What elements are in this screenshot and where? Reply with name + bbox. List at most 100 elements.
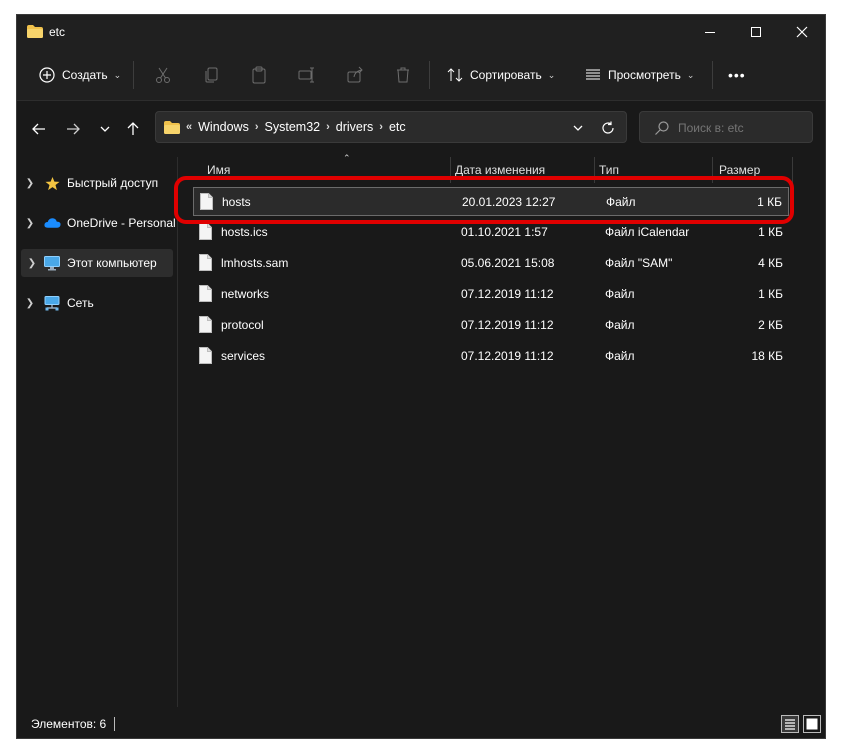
view-button[interactable]: Просмотреть ⌄ — [583, 61, 694, 89]
up-button[interactable] — [121, 117, 145, 141]
nav-item-label: Быстрый доступ — [67, 176, 159, 190]
column-divider[interactable] — [712, 157, 713, 183]
share-button[interactable] — [345, 61, 365, 89]
file-row-hosts[interactable]: hosts 20.01.2023 12:27 Файл 1 КБ — [193, 187, 789, 216]
nav-item-label: Этот компьютер — [67, 256, 157, 270]
column-header-type[interactable]: Тип — [599, 157, 709, 183]
rename-button[interactable] — [297, 61, 317, 89]
create-button[interactable]: Создать ⌄ — [37, 61, 121, 89]
file-date: 07.12.2019 11:12 — [461, 287, 554, 301]
copy-button[interactable] — [202, 61, 222, 89]
minimize-button[interactable] — [687, 15, 733, 49]
file-row-services[interactable]: services 07.12.2019 11:12 Файл 18 КБ — [193, 342, 789, 371]
create-label: Создать — [62, 68, 108, 82]
column-header-label: Дата изменения — [455, 163, 546, 177]
more-options-button[interactable]: ••• — [728, 61, 746, 89]
monitor-icon — [43, 255, 61, 271]
details-view-icon — [785, 719, 795, 730]
chevron-down-icon — [100, 126, 110, 132]
forward-button[interactable] — [61, 117, 85, 141]
large-icons-view-button[interactable] — [803, 715, 821, 733]
refresh-button[interactable] — [598, 118, 618, 138]
file-row-protocol[interactable]: protocol 07.12.2019 11:12 Файл 2 КБ — [193, 311, 789, 340]
column-divider[interactable] — [594, 157, 595, 183]
window-title: etc — [49, 25, 66, 39]
chevron-right-icon[interactable]: › — [379, 121, 383, 133]
command-bar: Создать ⌄ Сортировать ⌄ Просмотреть ⌄ ••… — [17, 49, 825, 101]
maximize-icon — [751, 27, 761, 37]
share-icon — [347, 66, 363, 83]
file-type: Файл — [605, 287, 635, 301]
column-header-label: Размер — [719, 163, 761, 177]
file-row-hosts-ics[interactable]: hosts.ics 01.10.2021 1:57 Файл iCalendar… — [193, 218, 789, 247]
file-icon — [199, 223, 212, 240]
breadcrumb-windows[interactable]: Windows — [198, 120, 249, 134]
chevron-right-icon[interactable]: ❯ — [21, 258, 43, 269]
nav-item-network[interactable]: ❯ Сеть — [17, 289, 177, 317]
file-date: 20.01.2023 12:27 — [462, 195, 556, 209]
file-date: 07.12.2019 11:12 — [461, 318, 554, 332]
item-count: Элементов: 6 — [31, 717, 107, 731]
column-divider[interactable] — [792, 157, 793, 183]
nav-item-onedrive[interactable]: ❯ OneDrive - Personal — [17, 209, 177, 237]
more-icon: ••• — [728, 67, 746, 83]
sort-button[interactable]: Сортировать ⌄ — [445, 61, 555, 89]
star-icon — [43, 175, 61, 191]
chevron-right-icon[interactable]: ❯ — [17, 298, 43, 309]
address-row: « Windows › System32 › drivers › etc — [17, 101, 825, 157]
close-icon — [796, 26, 808, 38]
details-view-button[interactable] — [781, 715, 799, 733]
pane-splitter[interactable] — [177, 157, 178, 707]
file-type: Файл — [606, 195, 636, 209]
file-icon — [199, 254, 212, 271]
delete-button[interactable] — [393, 61, 413, 89]
file-size: 4 КБ — [758, 256, 783, 270]
arrow-up-icon — [127, 122, 139, 135]
file-list: ⌃ Имя Дата изменения Тип Размер hosts 20… — [183, 153, 823, 707]
file-icon — [200, 193, 213, 210]
file-row-networks[interactable]: networks 07.12.2019 11:12 Файл 1 КБ — [193, 280, 789, 309]
column-header-date[interactable]: Дата изменения — [455, 157, 595, 183]
navigation-pane: ❯ Быстрый доступ ❯ OneDrive - Personal ❯… — [17, 157, 177, 707]
chevron-right-icon[interactable]: › — [326, 121, 330, 133]
chevron-right-icon[interactable]: ❯ — [17, 218, 43, 229]
close-button[interactable] — [779, 15, 825, 49]
file-row-lmhosts-sam[interactable]: lmhosts.sam 05.06.2021 15:08 Файл "SAM" … — [193, 249, 789, 278]
search-input[interactable] — [678, 121, 808, 135]
chevron-right-icon[interactable]: › — [255, 121, 259, 133]
plus-circle-icon — [39, 67, 55, 83]
search-box[interactable] — [639, 111, 813, 143]
file-name: networks — [221, 287, 270, 301]
back-button[interactable] — [27, 117, 51, 141]
breadcrumb-overflow[interactable]: « — [186, 121, 192, 133]
file-type: Файл — [605, 349, 635, 363]
nav-item-this-pc[interactable]: ❯ Этот компьютер — [21, 249, 173, 277]
nav-item-quick-access[interactable]: ❯ Быстрый доступ — [17, 169, 177, 197]
arrow-right-icon — [67, 123, 80, 135]
file-name: protocol — [221, 318, 264, 332]
cut-button[interactable] — [153, 61, 173, 89]
chevron-right-icon[interactable]: ❯ — [17, 178, 43, 189]
file-explorer-window: etc Создать ⌄ Сортировать ⌄ Просмотреть … — [16, 14, 826, 739]
file-type: Файл — [605, 318, 635, 332]
file-icon — [199, 285, 212, 302]
breadcrumb-drivers[interactable]: drivers — [336, 120, 374, 134]
toolbar-divider — [429, 61, 430, 89]
column-header-name[interactable]: ⌃ Имя — [207, 153, 447, 183]
recent-locations-button[interactable] — [93, 117, 117, 141]
paste-button[interactable] — [249, 61, 269, 89]
address-dropdown-button[interactable] — [568, 118, 588, 138]
column-divider[interactable] — [450, 157, 451, 183]
breadcrumb-system32[interactable]: System32 — [265, 120, 321, 134]
nav-item-label: Сеть — [67, 296, 94, 310]
file-size: 18 КБ — [751, 349, 783, 363]
maximize-button[interactable] — [733, 15, 779, 49]
file-icon — [199, 316, 212, 333]
file-date: 07.12.2019 11:12 — [461, 349, 554, 363]
breadcrumb-etc[interactable]: etc — [389, 120, 406, 134]
column-header-size[interactable]: Размер — [719, 157, 789, 183]
view-list-icon — [586, 69, 600, 80]
file-size: 1 КБ — [758, 287, 783, 301]
file-name: hosts — [222, 195, 251, 209]
address-bar[interactable]: « Windows › System32 › drivers › etc — [155, 111, 627, 143]
